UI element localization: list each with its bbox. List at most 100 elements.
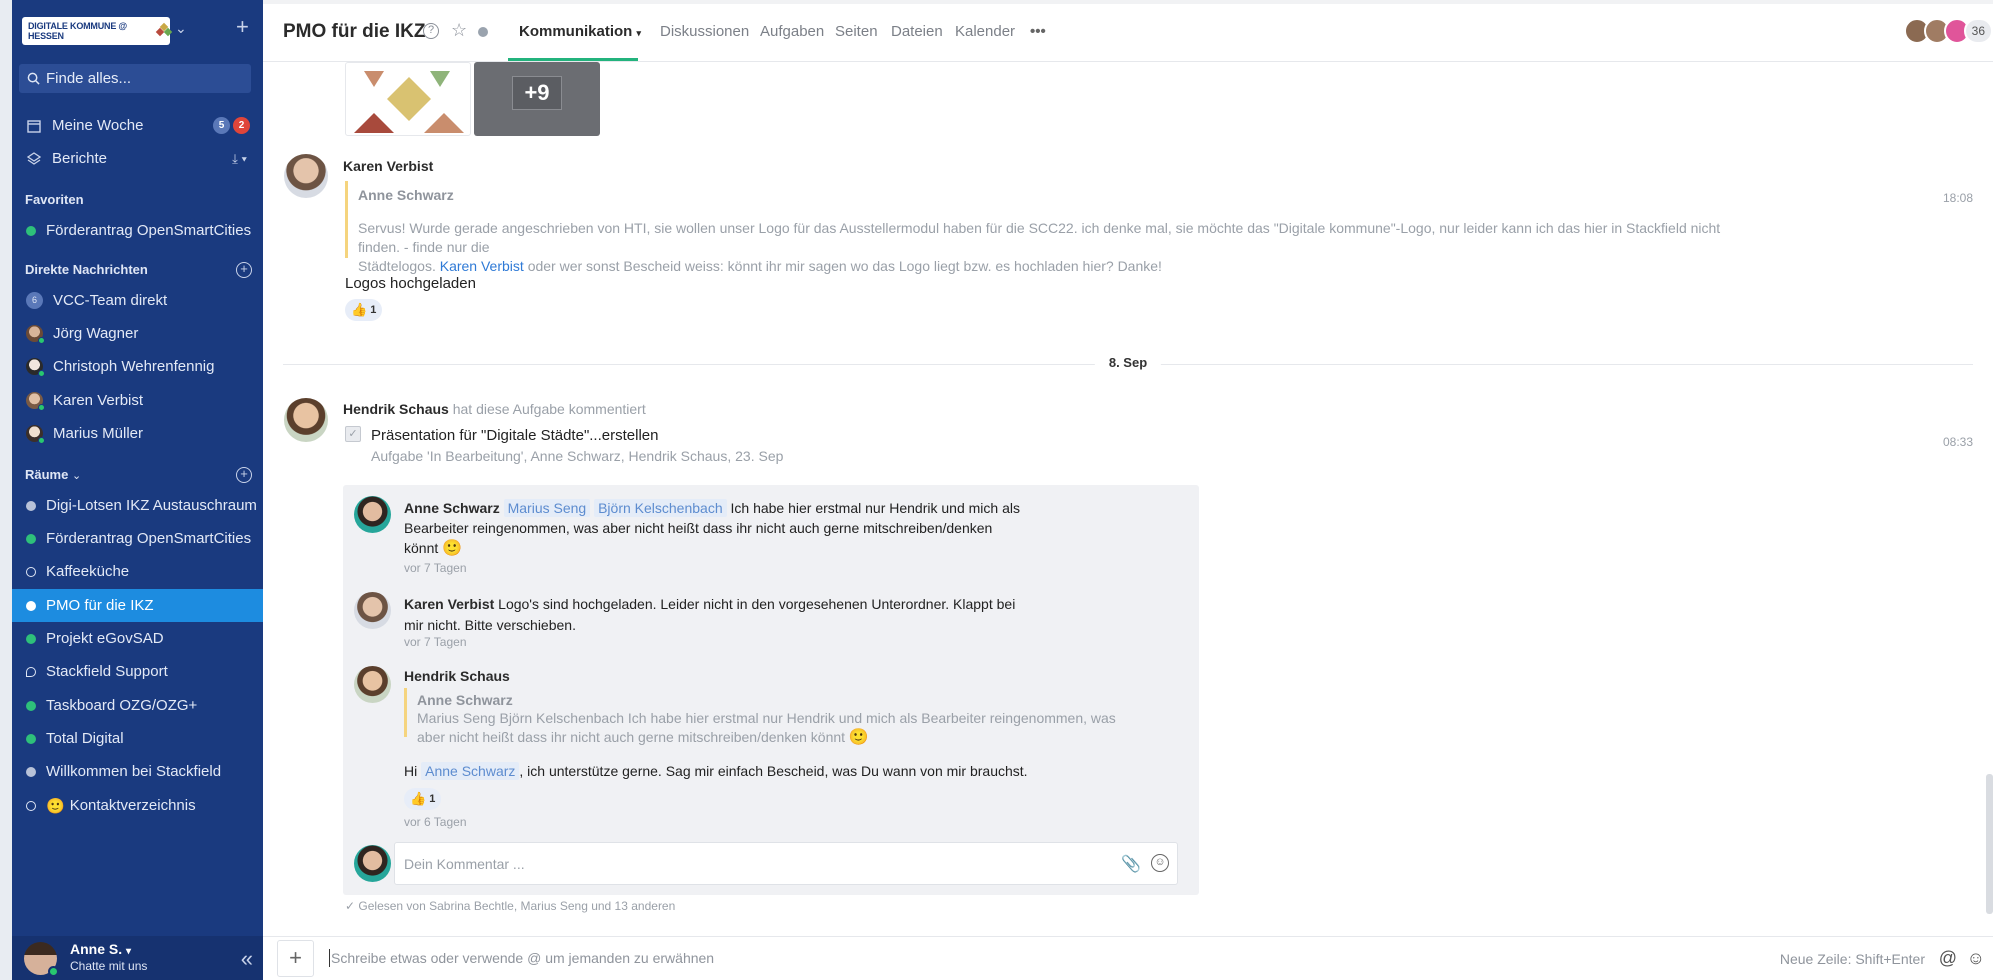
more-files-thumbnail[interactable]: +9 bbox=[474, 62, 600, 136]
room-item[interactable]: Willkommen bei Stackfield bbox=[12, 755, 263, 788]
status-dot bbox=[26, 633, 36, 644]
add-dm-icon[interactable]: + bbox=[236, 262, 252, 278]
collapse-sidebar-icon[interactable]: « bbox=[241, 946, 253, 972]
avatar bbox=[354, 496, 391, 533]
status-dot bbox=[26, 733, 36, 744]
dm-item[interactable]: Christoph Wehrenfennig bbox=[12, 350, 263, 383]
room-item[interactable]: 🙂 Kontaktverzeichnis bbox=[12, 789, 263, 822]
dm-item[interactable]: Jörg Wagner bbox=[12, 317, 263, 350]
add-room-icon[interactable]: + bbox=[236, 467, 252, 483]
workspace-logo[interactable]: DIGITALE KOMMUNE @ HESSEN bbox=[22, 17, 173, 45]
quote-text-part: oder wer sonst Bescheid weiss: könnt ihr… bbox=[527, 258, 1162, 274]
room-item[interactable]: Projekt eGovSAD bbox=[12, 622, 263, 655]
tab-kommunikation[interactable]: Kommunikation ▾ bbox=[519, 23, 641, 40]
comment-author[interactable]: Karen Verbist bbox=[404, 596, 494, 612]
paperclip-icon[interactable]: 📎 bbox=[1121, 854, 1141, 874]
nav-label: Meine Woche bbox=[52, 117, 144, 134]
mention-tag[interactable]: Björn Kelschenbach bbox=[594, 499, 727, 517]
rooms-heading[interactable]: Räume ⌄ bbox=[25, 467, 81, 482]
smile-emoji-icon: 🙂 bbox=[442, 540, 463, 557]
tab-aufgaben[interactable]: Aufgaben bbox=[760, 23, 824, 40]
room-item[interactable]: Kaffeeküche bbox=[12, 555, 263, 588]
dm-item[interactable]: 6 VCC-Team direkt bbox=[12, 284, 263, 317]
message-author[interactable]: Hendrik Schaus bbox=[343, 401, 449, 417]
favorites-heading: Favoriten bbox=[25, 192, 84, 207]
more-count: +9 bbox=[524, 80, 550, 105]
layers-icon bbox=[26, 151, 42, 167]
quote-text: Servus! Wurde gerade angeschrieben von H… bbox=[358, 219, 1725, 276]
room-item[interactable]: Stackfield Support bbox=[12, 655, 263, 688]
room-item[interactable]: Förderantrag OpenSmartCities bbox=[12, 522, 263, 555]
scrollbar[interactable] bbox=[1986, 774, 1993, 914]
room-item[interactable]: Taskboard OZG/OZG+ bbox=[12, 689, 263, 722]
star-icon[interactable]: ☆ bbox=[451, 20, 467, 41]
comment-thread: Anne Schwarz Marius Seng Björn Kelschenb… bbox=[343, 485, 1199, 895]
room-label: Kaffeeküche bbox=[46, 563, 130, 580]
quote-text-part: Städtelogos. bbox=[358, 258, 436, 274]
read-by-text: Gelesen von Sabrina Bechtle, Marius Seng… bbox=[358, 899, 676, 913]
download-icon[interactable]: ⤓ ▾ bbox=[232, 151, 247, 167]
dm-label: Karen Verbist bbox=[53, 392, 144, 409]
mention-link[interactable]: Karen Verbist bbox=[440, 258, 524, 274]
help-icon[interactable]: ? bbox=[423, 23, 439, 39]
week-count-badge: 5 bbox=[213, 117, 230, 134]
dm-label: VCC-Team direkt bbox=[53, 292, 168, 309]
tab-seiten[interactable]: Seiten bbox=[835, 23, 878, 40]
attach-plus-button[interactable]: + bbox=[277, 940, 314, 977]
tab-dateien[interactable]: Dateien bbox=[891, 23, 943, 40]
member-avatars[interactable]: 36 bbox=[1903, 18, 1993, 44]
search-icon bbox=[27, 72, 40, 85]
room-item-active[interactable]: PMO für die IKZ bbox=[12, 589, 263, 622]
logo-thumbnail[interactable] bbox=[345, 62, 471, 136]
status-dot bbox=[26, 700, 36, 711]
reaction-badge[interactable]: 👍 1 bbox=[404, 788, 442, 810]
user-panel[interactable]: Anne S. ▾ Chatte mit uns « bbox=[12, 936, 263, 980]
tab-diskussionen[interactable]: Diskussionen bbox=[660, 23, 749, 40]
favorite-item[interactable]: Förderantrag OpenSmartCities bbox=[12, 214, 263, 247]
mention-tag[interactable]: Anne Schwarz bbox=[421, 762, 520, 780]
tab-kalender[interactable]: Kalender bbox=[955, 23, 1015, 40]
avatar bbox=[26, 425, 45, 444]
dm-item[interactable]: Karen Verbist bbox=[12, 384, 263, 417]
quote-author: Anne Schwarz bbox=[417, 692, 513, 708]
nav-berichte[interactable]: Berichte ⤓ ▾ bbox=[12, 142, 263, 175]
avatar bbox=[284, 154, 328, 198]
comment-author[interactable]: Hendrik Schaus bbox=[404, 668, 510, 684]
status-dot bbox=[26, 533, 36, 544]
more-icon[interactable]: ••• bbox=[1030, 23, 1046, 40]
dm-item[interactable]: Marius Müller bbox=[12, 417, 263, 450]
dm-heading: Direkte Nachrichten bbox=[25, 262, 148, 277]
status-dot bbox=[26, 500, 36, 511]
avatar bbox=[354, 592, 391, 629]
comment-time: vor 6 Tagen bbox=[404, 815, 467, 829]
active-tab-indicator bbox=[508, 58, 638, 61]
emoji-picker-icon[interactable]: ☺ bbox=[1967, 948, 1985, 969]
comment-input[interactable]: Dein Kommentar ... 📎 ☺ bbox=[394, 842, 1178, 885]
week-alert-badge: 2 bbox=[233, 117, 250, 134]
task-checkbox[interactable]: ✓ bbox=[345, 426, 361, 442]
nav-meine-woche[interactable]: Meine Woche 5 2 bbox=[12, 109, 263, 142]
comment-author[interactable]: Anne Schwarz bbox=[404, 500, 500, 516]
room-label: Willkommen bei Stackfield bbox=[46, 763, 222, 780]
chat-bubble-icon bbox=[26, 666, 36, 677]
mention-tag[interactable]: Marius Seng bbox=[503, 499, 591, 517]
chevron-down-icon: ▾ bbox=[636, 28, 642, 38]
mention-at-icon[interactable]: @ bbox=[1939, 948, 1957, 969]
room-item[interactable]: Total Digital bbox=[12, 722, 263, 755]
timestamp: 08:33 bbox=[1942, 435, 1973, 449]
workspace-chevron-down-icon[interactable]: ⌄ bbox=[175, 20, 187, 37]
room-item[interactable]: Digi-Lotsen IKZ Austauschraum bbox=[12, 489, 263, 522]
search-input[interactable]: Finde alles... bbox=[19, 64, 251, 93]
emoji-picker-icon[interactable]: ☺ bbox=[1151, 854, 1169, 872]
avatar bbox=[354, 666, 391, 703]
message-author[interactable]: Karen Verbist bbox=[343, 158, 433, 174]
room-label: Digi-Lotsen IKZ Austauschraum bbox=[46, 497, 257, 514]
reaction-badge[interactable]: 👍 1 bbox=[345, 299, 383, 321]
comment-body: Karen Verbist Logo's sind hochgeladen. L… bbox=[404, 594, 1064, 636]
task-title[interactable]: Präsentation für "Digitale Städte"...ers… bbox=[371, 427, 658, 444]
message-input[interactable]: Schreibe etwas oder verwende @ um jemand… bbox=[331, 950, 714, 966]
chevron-down-icon: ⌄ bbox=[71, 470, 82, 482]
quote-author: Anne Schwarz bbox=[358, 187, 454, 203]
text-caret bbox=[329, 949, 330, 967]
add-plus-icon[interactable]: + bbox=[236, 16, 249, 38]
